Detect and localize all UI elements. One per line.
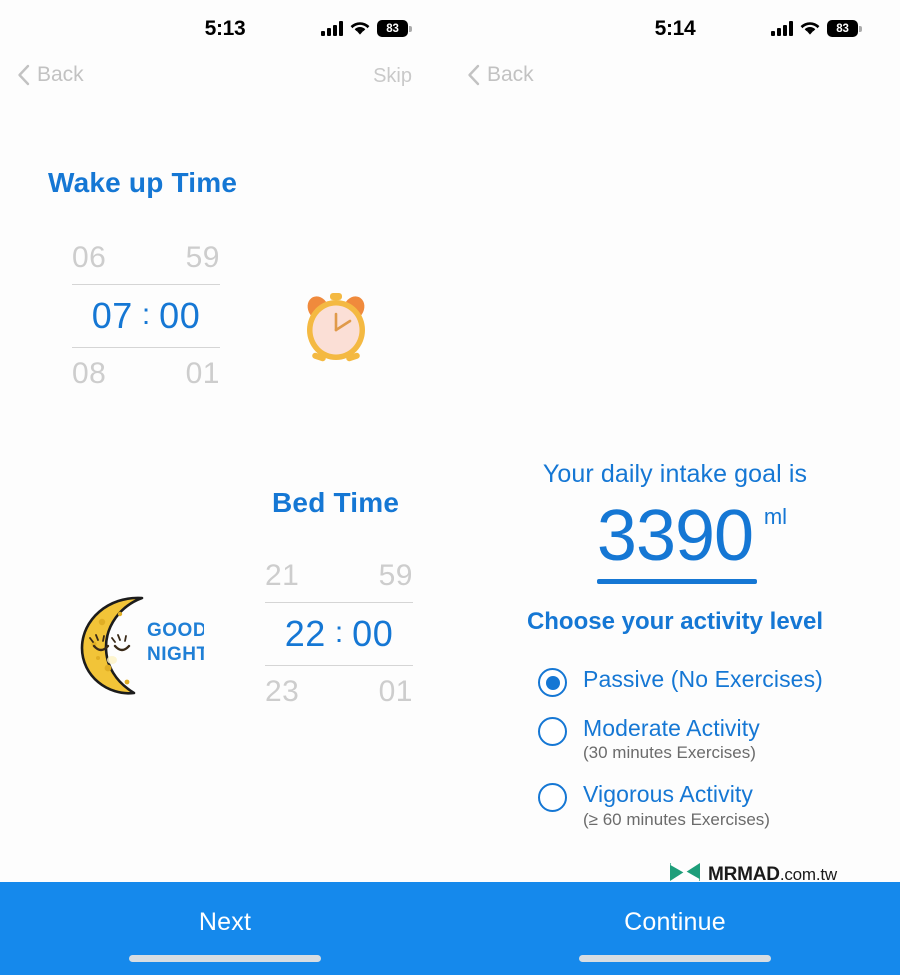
bed-time-title: Bed Time bbox=[272, 487, 400, 518]
watermark-brand: MRMAD bbox=[708, 863, 780, 885]
goal-label: Your daily intake goal is bbox=[542, 460, 808, 488]
wake-prev-minute: 59 bbox=[185, 241, 220, 274]
bed-prev-hour: 21 bbox=[265, 559, 300, 592]
status-bar-left: 5:13 83 bbox=[0, 0, 450, 58]
svg-text:GOOD: GOOD bbox=[147, 620, 204, 641]
wake-colon: : bbox=[141, 298, 151, 331]
activity-option-vigorous[interactable]: Vigorous Activity (≥ 60 minutes Exercise… bbox=[538, 781, 878, 829]
good-night-moon-icon: GOOD NIGHT bbox=[72, 592, 208, 698]
radio-button-moderate[interactable] bbox=[538, 717, 567, 746]
chevron-left-icon bbox=[17, 64, 30, 86]
back-label: Back bbox=[37, 63, 84, 86]
next-button[interactable]: Next bbox=[0, 908, 450, 937]
wake-next-minute: 01 bbox=[185, 357, 220, 390]
skip-button[interactable]: Skip bbox=[373, 65, 412, 88]
bed-picker-prev-row: 21 59 bbox=[265, 550, 413, 602]
wake-prev-hour: 06 bbox=[72, 241, 107, 274]
bottom-bar-left: Next bbox=[0, 882, 450, 975]
wake-picker-selected-row[interactable]: 07 : 00 bbox=[72, 284, 220, 348]
wake-next-hour: 08 bbox=[72, 357, 107, 390]
activity-level-title: Choose your activity level bbox=[526, 608, 824, 635]
goal-unit: ml bbox=[763, 504, 788, 529]
wake-picker-next-row: 08 01 bbox=[72, 348, 220, 400]
left-phone-screen: 5:13 83 Back Skip Wake up Time 06 59 07 … bbox=[0, 0, 450, 975]
svg-text:NIGHT: NIGHT bbox=[147, 644, 204, 665]
back-label: Back bbox=[487, 63, 534, 86]
right-phone-screen: 5:14 83 Back Your daily intake goal is 3… bbox=[450, 0, 900, 975]
bottom-bar-right: Continue bbox=[450, 882, 900, 975]
wifi-icon bbox=[350, 21, 370, 36]
wake-selected-minute: 00 bbox=[159, 295, 201, 336]
bed-prev-minute: 59 bbox=[378, 559, 413, 592]
bed-next-hour: 23 bbox=[265, 675, 300, 708]
battery-percent: 83 bbox=[386, 22, 399, 35]
wake-selected-hour: 07 bbox=[91, 295, 133, 336]
activity-level-options: Passive (No Exercises) Moderate Activity… bbox=[538, 666, 878, 848]
alarm-clock-icon bbox=[300, 288, 372, 366]
activity-option-passive[interactable]: Passive (No Exercises) bbox=[538, 666, 878, 697]
bed-time-picker[interactable]: 21 59 22 : 00 23 01 bbox=[265, 550, 413, 718]
battery-icon: 83 bbox=[827, 20, 862, 37]
bed-selected-hour: 22 bbox=[284, 613, 326, 654]
goal-underline bbox=[596, 579, 758, 584]
activity-option-sublabel: (30 minutes Exercises) bbox=[583, 743, 756, 763]
activity-option-label: Passive (No Exercises) bbox=[583, 666, 823, 692]
site-watermark: MRMAD.com.tw bbox=[668, 860, 837, 889]
radio-button-vigorous[interactable] bbox=[538, 783, 567, 813]
activity-option-moderate[interactable]: Moderate Activity (30 minutes Exercises) bbox=[538, 715, 878, 763]
wifi-icon bbox=[800, 21, 820, 36]
goal-value: 3390 bbox=[596, 496, 754, 576]
goal-value-block: 3390 ml bbox=[450, 500, 900, 584]
bed-next-minute: 01 bbox=[378, 675, 413, 708]
home-indicator bbox=[579, 955, 771, 962]
screenshot-root: 5:13 83 Back Skip Wake up Time 06 59 07 … bbox=[0, 0, 900, 975]
status-indicators: 83 bbox=[771, 20, 862, 37]
home-indicator bbox=[129, 955, 321, 962]
bed-colon: : bbox=[334, 616, 344, 649]
watermark-suffix: .com.tw bbox=[779, 864, 837, 884]
status-bar-right: 5:14 83 bbox=[450, 0, 900, 58]
chevron-left-icon bbox=[467, 64, 480, 86]
wake-up-time-title: Wake up Time bbox=[48, 167, 238, 198]
back-button[interactable]: Back bbox=[17, 63, 84, 87]
nav-bar-right: Back bbox=[450, 58, 900, 106]
wake-up-time-picker[interactable]: 06 59 07 : 00 08 01 bbox=[72, 232, 220, 400]
watermark-text: MRMAD.com.tw bbox=[708, 864, 837, 886]
battery-icon: 83 bbox=[377, 20, 412, 37]
activity-option-label: Moderate Activity bbox=[583, 715, 760, 741]
continue-button[interactable]: Continue bbox=[450, 908, 900, 937]
cellular-bars-icon bbox=[771, 21, 793, 36]
activity-option-label: Vigorous Activity bbox=[583, 781, 754, 808]
bed-selected-minute: 00 bbox=[352, 613, 394, 654]
bottom-action-bar: Next Continue bbox=[0, 882, 900, 975]
battery-percent: 83 bbox=[836, 22, 849, 35]
radio-button-passive[interactable] bbox=[538, 668, 567, 697]
cellular-bars-icon bbox=[321, 21, 343, 36]
bed-picker-next-row: 23 01 bbox=[265, 666, 413, 718]
activity-option-sublabel: (≥ 60 minutes Exercises) bbox=[583, 809, 770, 829]
nav-bar-left: Back Skip bbox=[0, 58, 450, 106]
back-button[interactable]: Back bbox=[467, 63, 534, 87]
bed-picker-selected-row[interactable]: 22 : 00 bbox=[265, 602, 413, 666]
wake-picker-prev-row: 06 59 bbox=[72, 232, 220, 284]
mrmad-butterfly-logo-icon bbox=[668, 860, 702, 889]
status-indicators: 83 bbox=[321, 20, 412, 37]
